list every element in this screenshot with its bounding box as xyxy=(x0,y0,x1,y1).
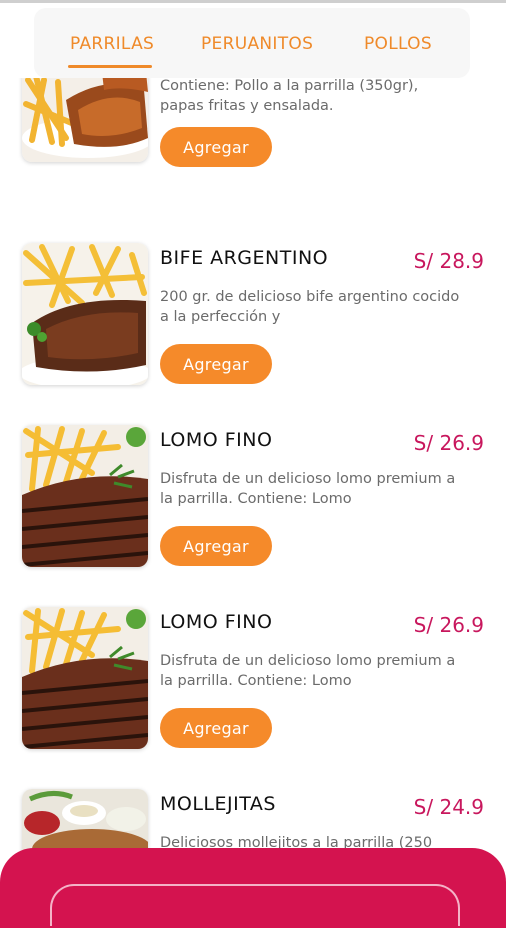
product-price: S/ 28.9 xyxy=(413,249,484,273)
cart-bottom-bar[interactable] xyxy=(0,848,506,928)
product-item: LOMO FINO S/ 26.9 Disfruta de un delicio… xyxy=(0,425,506,585)
product-image xyxy=(22,607,148,749)
add-button[interactable]: Agregar xyxy=(160,127,272,167)
status-divider xyxy=(0,0,506,3)
product-image xyxy=(22,78,148,162)
add-button[interactable]: Agregar xyxy=(160,344,272,384)
add-button[interactable]: Agregar xyxy=(160,526,272,566)
product-item: BIFE ARGENTINO S/ 28.9 200 gr. de delici… xyxy=(0,243,506,403)
product-item: Contiene: Pollo a la parrilla (350gr), p… xyxy=(0,78,506,202)
product-price: S/ 26.9 xyxy=(413,431,484,455)
product-name: LOMO FINO xyxy=(160,429,273,451)
product-description: 200 gr. de delicioso bife argentino coci… xyxy=(160,289,460,325)
active-tab-indicator xyxy=(68,65,152,68)
product-price: S/ 24.9 xyxy=(413,795,484,819)
product-name: MOLLEJITAS xyxy=(160,793,276,815)
tab-peruanitos[interactable]: PERUANITOS xyxy=(201,34,313,54)
product-name: LOMO FINO xyxy=(160,611,273,633)
product-description: Disfruta de un delicioso lomo premium a … xyxy=(160,653,456,689)
tab-pollos[interactable]: POLLOS xyxy=(364,34,432,54)
category-tabs: PARRILAS PERUANITOS POLLOS xyxy=(34,8,470,78)
product-list[interactable]: Contiene: Pollo a la parrilla (350gr), p… xyxy=(0,78,506,858)
tab-parrilas[interactable]: PARRILAS xyxy=(70,34,154,54)
product-image xyxy=(22,243,148,385)
product-description: Disfruta de un delicioso lomo premium a … xyxy=(160,471,456,507)
cart-button-outline[interactable] xyxy=(50,884,460,926)
product-name: BIFE ARGENTINO xyxy=(160,247,329,269)
product-item: LOMO FINO S/ 26.9 Disfruta de un delicio… xyxy=(0,607,506,767)
product-price: S/ 26.9 xyxy=(413,613,484,637)
product-image xyxy=(22,425,148,567)
product-description: Contiene: Pollo a la parrilla (350gr), p… xyxy=(160,78,419,114)
add-button[interactable]: Agregar xyxy=(160,708,272,748)
